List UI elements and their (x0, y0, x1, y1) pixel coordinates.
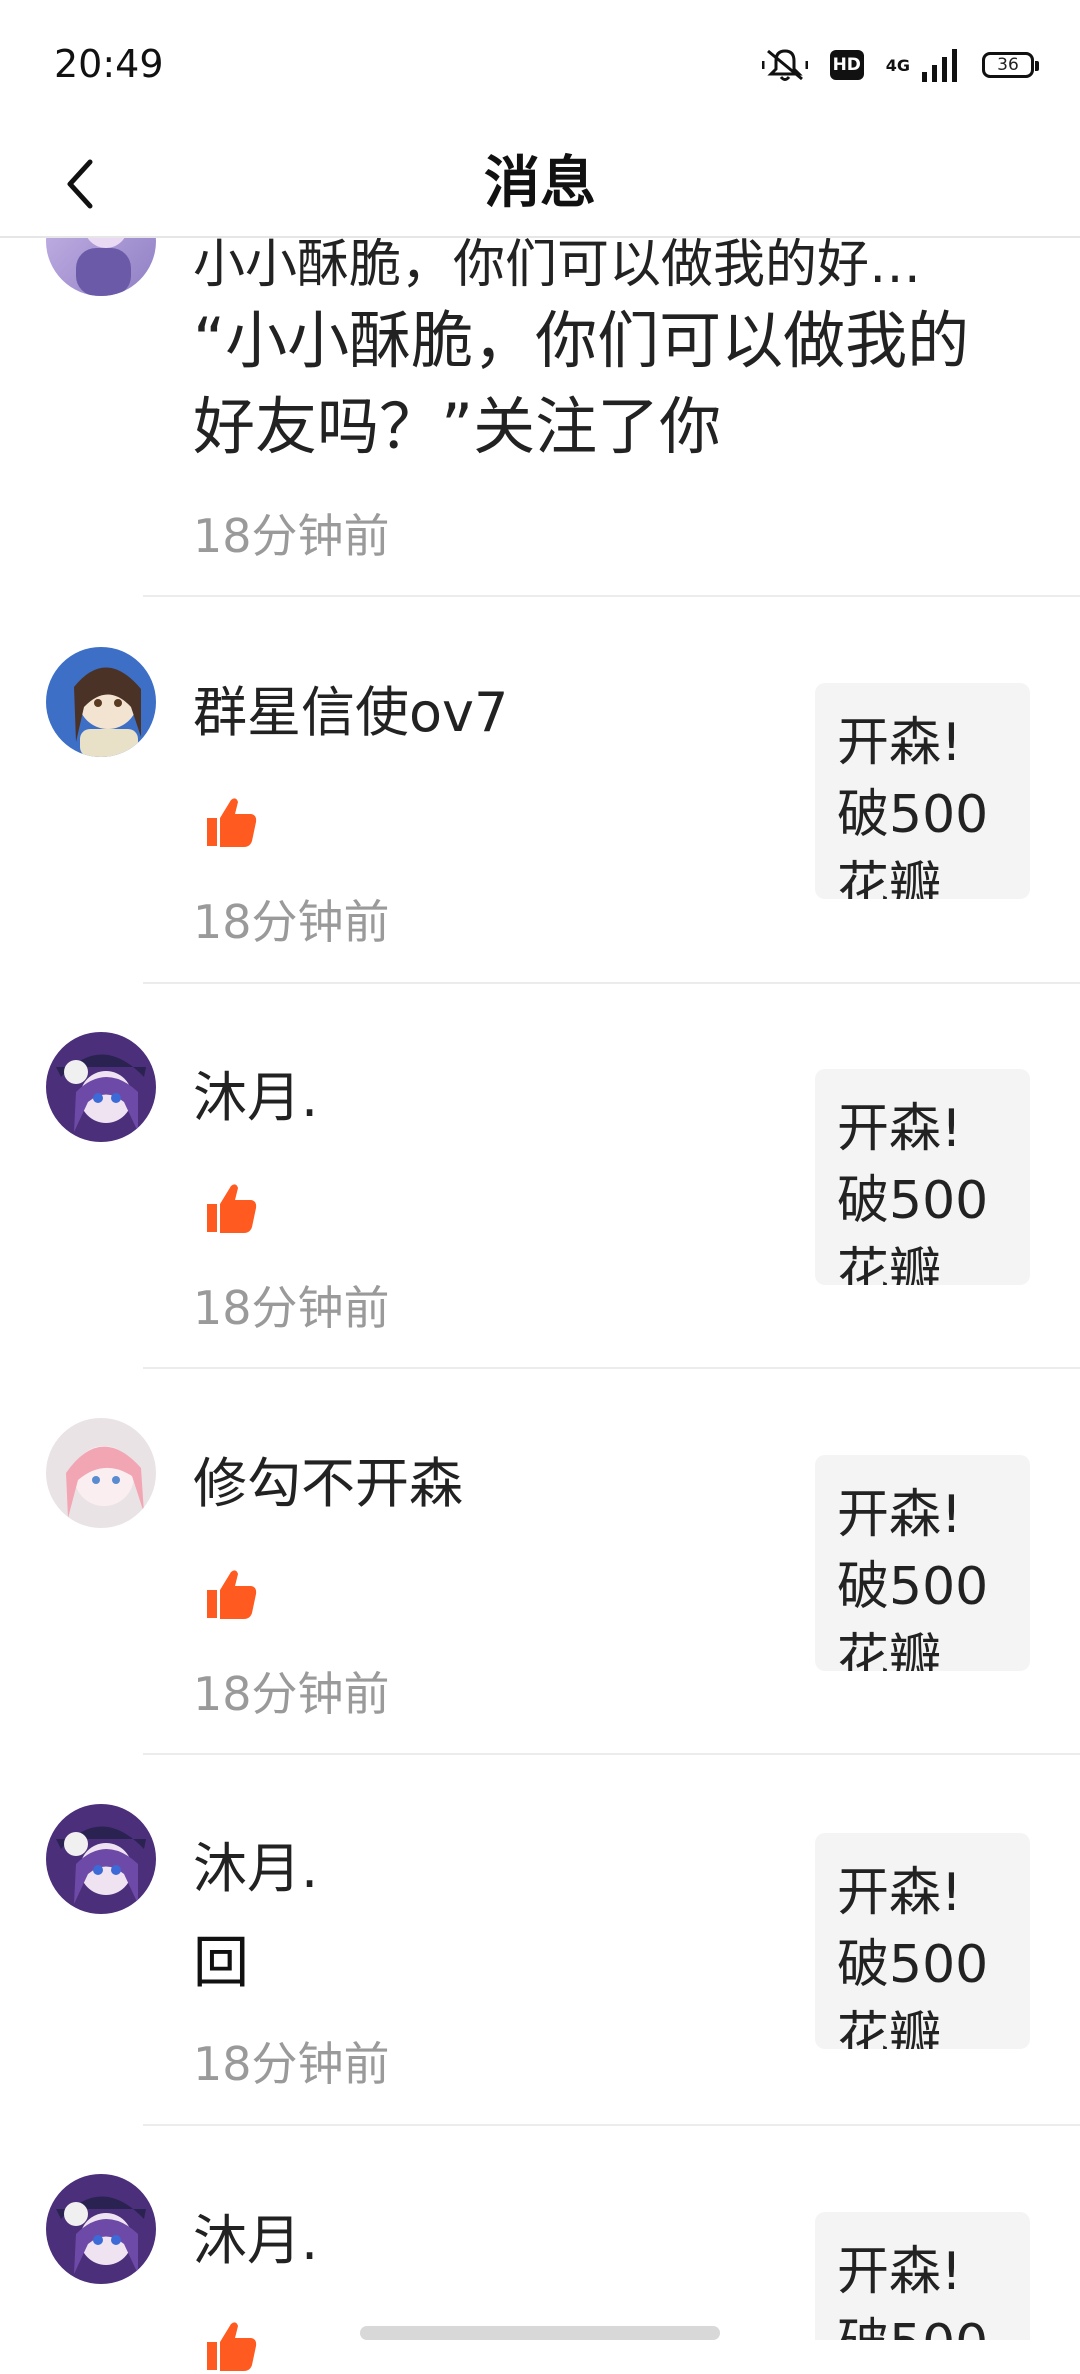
follow-message: “小小酥脆，你们可以做我的好友吗？”关注了你 (193, 304, 970, 463)
signal-icon (922, 49, 957, 82)
divider (143, 1753, 1080, 1755)
avatar[interactable] (46, 1032, 156, 1142)
preview-text: 破500 (837, 1935, 989, 1995)
preview-text: 开森! (837, 1485, 962, 1545)
preview-text: 开森! (837, 1099, 962, 1159)
timestamp: 18分钟前 (193, 509, 390, 563)
avatar[interactable] (46, 647, 156, 757)
status-icons: HD 4G 36 (761, 44, 1039, 86)
preview-text: 开森! (837, 713, 962, 773)
preview-text: 花瓣 (837, 1243, 942, 1285)
post-preview-card[interactable]: 开森! 破500 花瓣 (815, 2212, 1030, 2340)
preview-text: 花瓣 (837, 1629, 942, 1671)
status-bar: 20:49 HD 4G 36 (0, 0, 1080, 130)
sender-name[interactable]: 沐月. (193, 1053, 318, 1132)
avatar[interactable] (46, 2174, 156, 2284)
thumbs-up-icon (207, 1184, 257, 1233)
preview-text: 破500 (837, 785, 989, 845)
app-header: 消息 (0, 130, 1080, 238)
post-preview-card[interactable]: 开森! 破500 花瓣 (815, 1833, 1030, 2049)
notification-list[interactable]: 小小酥脆，你们可以做我的好… “小小酥脆，你们可以做我的好友吗？”关注了你 18… (0, 0, 1080, 2371)
network-type: 4G (885, 55, 910, 75)
avatar[interactable] (46, 1418, 156, 1528)
preview-text: 破500 (837, 1557, 989, 1617)
post-preview-card[interactable]: 开森! 破500 花瓣 (815, 683, 1030, 899)
sender-name[interactable]: 沐月. (193, 2196, 318, 2275)
preview-text: 破500 (837, 2308, 1030, 2340)
divider (143, 1367, 1080, 1369)
preview-text: 开森! (837, 1863, 962, 1923)
timestamp: 18分钟前 (193, 1281, 390, 1335)
mute-vibrate-icon (761, 49, 808, 81)
thumbs-up-icon (207, 798, 257, 847)
sender-name[interactable]: 群星信使ov7 (193, 668, 508, 747)
sender-name[interactable]: 沐月. (193, 1824, 318, 1903)
home-indicator[interactable] (360, 2326, 720, 2340)
post-preview-card[interactable]: 开森! 破500 花瓣 (815, 1455, 1030, 1671)
thumbs-up-icon (207, 2322, 257, 2371)
timestamp: 18分钟前 (193, 1667, 390, 1721)
thumbs-up-icon (207, 1570, 257, 1619)
preview-text: 破500 (837, 1171, 989, 1231)
preview-text: 开森! (837, 2242, 962, 2302)
reply-text: 回 (193, 1931, 249, 1996)
page-title: 消息 (484, 151, 596, 216)
battery-icon: 36 (982, 52, 1039, 78)
hd-icon: HD (829, 50, 864, 80)
divider (143, 2124, 1080, 2126)
timestamp: 18分钟前 (193, 895, 390, 949)
post-preview-card[interactable]: 开森! 破500 花瓣 (815, 1069, 1030, 1285)
preview-text: 花瓣 (837, 857, 942, 899)
status-time: 20:49 (54, 42, 164, 86)
preview-text: 花瓣 (837, 2007, 942, 2049)
timestamp: 18分钟前 (193, 2037, 390, 2091)
avatar[interactable] (46, 1804, 156, 1914)
divider (143, 595, 1080, 597)
divider (143, 982, 1080, 984)
sender-name[interactable]: 修勾不开森 (193, 1439, 463, 1518)
